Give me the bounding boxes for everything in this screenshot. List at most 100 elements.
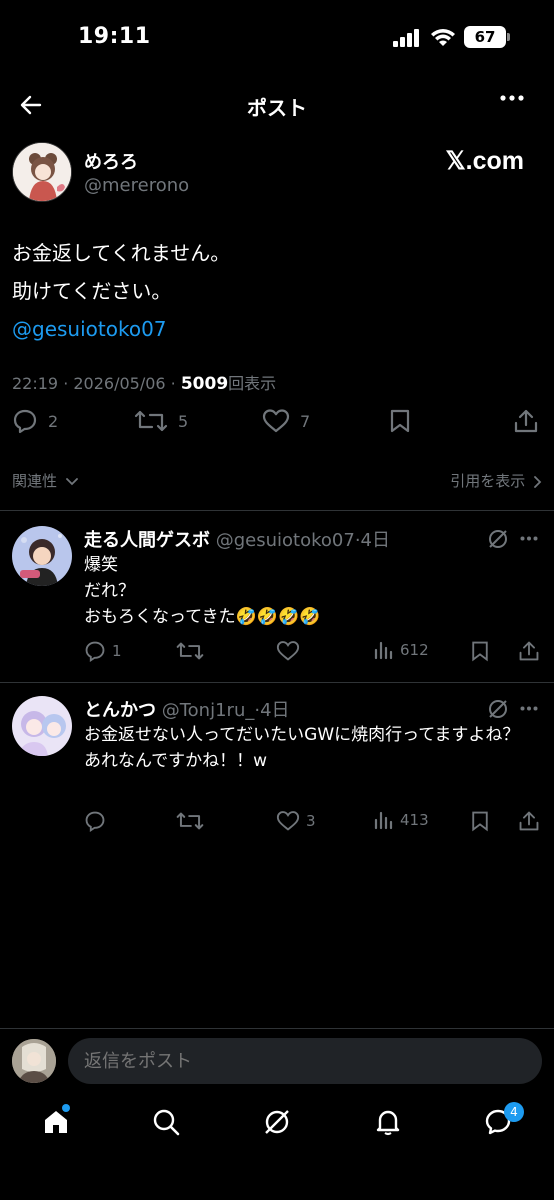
reply-compose-bar — [0, 1028, 554, 1090]
reply-share-button[interactable] — [518, 810, 546, 832]
battery-indicator: 67 — [464, 26, 510, 48]
reply-like-button[interactable] — [276, 640, 306, 662]
status-time: 19:11 — [78, 24, 151, 49]
post-meta: 22:19 · 2026/05/06 · 5009回表示 — [12, 370, 276, 394]
bottom-tab-bar — [0, 1100, 554, 1156]
divider — [0, 510, 554, 511]
reply-repost-button[interactable] — [176, 640, 210, 662]
reply-reply-count: 1 — [112, 642, 122, 660]
reply-author-handle[interactable]: @gesuiotoko07 — [216, 530, 355, 551]
chevron-down-icon — [65, 477, 78, 486]
author-handle[interactable]: @mererono — [84, 175, 189, 196]
reply-bookmark-button[interactable] — [470, 810, 496, 832]
search-tab-icon[interactable] — [152, 1108, 180, 1136]
repost-button[interactable]: 5 — [134, 408, 188, 434]
analytics-icon — [374, 641, 393, 660]
bookmark-icon — [390, 409, 410, 433]
share-icon — [519, 641, 539, 661]
post-line: お金返してくれません。 — [12, 241, 231, 265]
share-icon — [514, 409, 538, 433]
repost-icon — [134, 410, 168, 432]
reply-header: とんかつ @Tonj1ru_·4日 — [84, 696, 290, 722]
repost-icon — [176, 812, 204, 830]
reply-icon — [85, 641, 105, 662]
reply-action-bar: 1 612 — [0, 640, 554, 670]
reply-header: 走る人間ゲスボ @gesuiotoko07·4日 — [84, 526, 390, 552]
sort-label: 関連性 — [12, 472, 58, 490]
view-quotes-link[interactable]: 引用を表示 — [450, 470, 542, 491]
author-name[interactable]: めろろ — [84, 148, 138, 174]
home-tab-icon[interactable] — [42, 1108, 70, 1136]
reply-line: お金返せない人ってだいたいGWに焼肉行ってますよね？ — [84, 725, 520, 745]
x-com-logo: 𝕏.com — [445, 147, 525, 175]
reply-button[interactable]: 2 — [12, 408, 58, 434]
reply-views[interactable]: 413 — [374, 810, 429, 830]
reply-author-name[interactable]: 走る人間ゲスボ — [84, 530, 210, 551]
reply-view-count: 612 — [400, 641, 429, 659]
home-new-indicator — [62, 1104, 70, 1112]
reply-reply-button[interactable]: 1 — [84, 640, 122, 662]
post-text: お金返してくれません。 助けてください。 @gesuiotoko07 — [12, 234, 230, 348]
page-title: ポスト — [247, 96, 307, 120]
heart-icon — [276, 811, 300, 831]
reply-count: 2 — [48, 411, 59, 431]
view-count: 5009 — [180, 374, 229, 394]
reply-line: おもろくなってきた🤣🤣🤣🤣 — [84, 607, 321, 627]
grok-icon[interactable] — [487, 528, 509, 550]
sort-relevance-button[interactable]: 関連性 — [12, 470, 78, 491]
like-count: 7 — [300, 411, 311, 431]
messages-badge: 4 — [504, 1102, 524, 1122]
like-button[interactable]: 7 — [262, 408, 310, 434]
repost-count: 5 — [178, 411, 189, 431]
current-user-avatar[interactable] — [12, 1039, 56, 1083]
more-options-icon[interactable] — [500, 94, 524, 102]
repost-icon — [176, 642, 204, 660]
reply-more-icon[interactable] — [520, 706, 538, 711]
reply-icon — [13, 409, 37, 434]
reply-share-button[interactable] — [518, 640, 546, 662]
divider — [0, 682, 554, 683]
post-line: 助けてください。 — [12, 279, 172, 303]
reply-views[interactable]: 612 — [374, 640, 429, 660]
notifications-tab-icon[interactable] — [374, 1108, 402, 1136]
bookmark-icon — [472, 641, 488, 662]
reply-action-bar: 3 413 — [0, 810, 554, 840]
author-avatar[interactable] — [12, 142, 72, 202]
share-icon — [519, 811, 539, 831]
reply-item[interactable]: 走る人間ゲスボ @gesuiotoko07·4日 爆笑 だれ？ おもろくなってき… — [0, 526, 554, 676]
grok-tab-icon[interactable] — [263, 1108, 291, 1136]
reply-reply-button[interactable] — [84, 810, 112, 832]
heart-icon — [262, 409, 290, 433]
reply-compose-input[interactable] — [68, 1038, 542, 1084]
reply-author-handle[interactable]: @Tonj1ru_ — [162, 700, 255, 721]
reply-line: 爆笑 — [84, 555, 118, 575]
heart-icon — [276, 641, 300, 661]
share-button[interactable] — [513, 408, 549, 434]
reply-icon — [85, 811, 105, 832]
reply-like-button[interactable]: 3 — [276, 810, 316, 832]
reply-time: ·4日 — [354, 530, 390, 551]
post-timestamp: 22:19 · 2026/05/06 · — [12, 374, 181, 393]
bookmark-button[interactable] — [389, 408, 421, 434]
cellular-signal-icon — [393, 29, 421, 47]
reply-more-icon[interactable] — [520, 536, 538, 541]
wifi-icon — [430, 27, 456, 47]
reply-line: あれなんですかね！！w — [84, 751, 268, 771]
grok-icon[interactable] — [487, 698, 509, 720]
view-count-label: 回表示 — [228, 374, 277, 393]
bookmark-icon — [472, 811, 488, 832]
reply-item[interactable]: とんかつ @Tonj1ru_·4日 お金返せない人ってだいたいGWに焼肉行ってま… — [0, 696, 554, 846]
chevron-right-icon — [534, 475, 542, 488]
reply-avatar[interactable] — [12, 696, 72, 756]
post-mention-link[interactable]: @gesuiotoko07 — [12, 310, 230, 348]
analytics-icon — [374, 811, 393, 830]
reply-repost-button[interactable] — [176, 810, 210, 832]
reply-avatar[interactable] — [12, 526, 72, 586]
reply-text: 爆笑 だれ？ おもろくなってきた🤣🤣🤣🤣 — [84, 552, 540, 630]
view-quotes-label: 引用を表示 — [450, 472, 526, 490]
reply-line: だれ？ — [84, 581, 135, 601]
reply-view-count: 413 — [400, 811, 429, 829]
reply-text: お金返せない人ってだいたいGWに焼肉行ってますよね？ あれなんですかね！！w — [84, 722, 540, 774]
reply-author-name[interactable]: とんかつ — [84, 700, 156, 721]
reply-bookmark-button[interactable] — [470, 640, 496, 662]
